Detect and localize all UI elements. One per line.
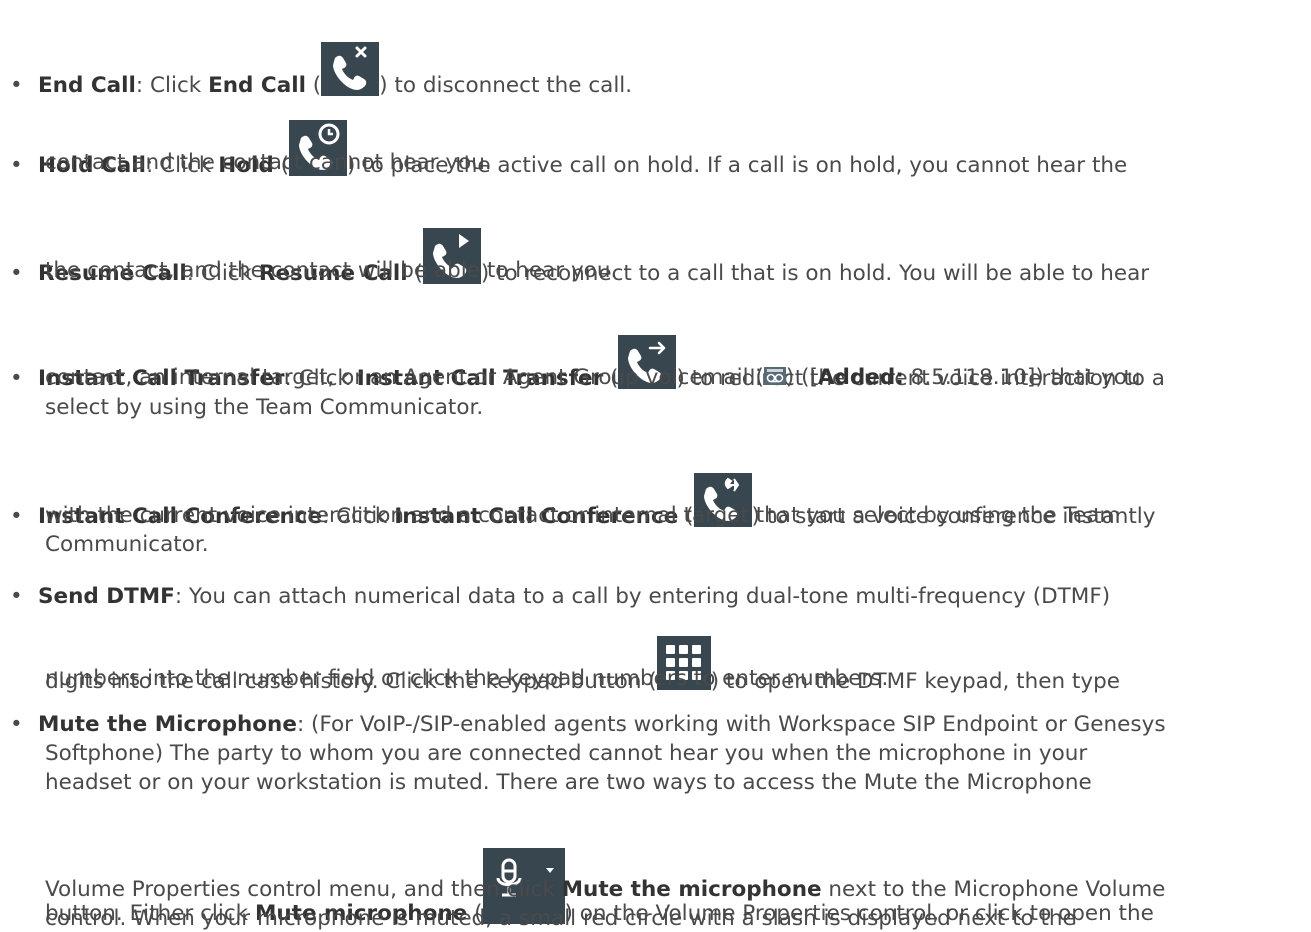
end-call-icon <box>321 42 380 96</box>
bullet: • <box>10 153 23 178</box>
text: contact, an internal target, or an Agent… <box>45 365 764 390</box>
bullet: • <box>10 504 23 529</box>
line: Volume Properties control menu, and then… <box>45 877 1165 903</box>
line: contact, an internal target, or an Agent… <box>45 365 1141 391</box>
button-name: End Call <box>208 73 306 98</box>
text: ) ([ <box>785 365 818 390</box>
text: ]) that you <box>1026 365 1141 390</box>
line: select by using the Team Communicator. <box>45 395 484 420</box>
term: End Call <box>38 73 136 98</box>
text: : (For VoIP-/SIP-enabled agents working … <box>296 712 1166 737</box>
bullet: • <box>10 261 23 286</box>
text: : You can attach numerical data to a cal… <box>174 584 1111 609</box>
chevron-down-icon <box>545 868 554 873</box>
added-version: 8.5.118.10 <box>903 365 1027 390</box>
line: contact and the contact cannot hear you. <box>45 150 492 175</box>
added-label: Added: <box>817 365 904 390</box>
text: ( <box>305 73 322 98</box>
term: Send DTMF <box>38 584 175 609</box>
line: • Mute the Microphone: (For VoIP-/SIP-ena… <box>10 712 1166 738</box>
line: • End Call: Click End Call ( ) to disconn… <box>10 42 632 99</box>
bullet: • <box>10 712 23 737</box>
line: Softphone) The party to whom you are con… <box>45 741 1088 766</box>
bullet: • <box>10 73 23 98</box>
line: the contact, and the contact will be abl… <box>45 258 618 283</box>
term: Mute the Microphone <box>38 712 297 737</box>
text: Volume Properties control menu, and then… <box>45 877 562 902</box>
text: next to the Microphone Volume <box>821 877 1166 902</box>
bullet: • <box>10 366 23 391</box>
line: Communicator. <box>45 532 209 557</box>
bullet: • <box>10 584 23 609</box>
line: numbers into the number field or click t… <box>45 666 889 691</box>
text: ) to disconnect the call. <box>379 73 633 98</box>
voicemail-icon <box>763 367 786 385</box>
menu-item-name: Mute the microphone <box>561 877 822 902</box>
line: • Send DTMF: You can attach numerical dat… <box>10 584 1110 610</box>
text: : Click <box>135 73 209 98</box>
line: headset or on your workstation is muted.… <box>45 770 1092 795</box>
line: with the current voice interaction and a… <box>45 503 1121 528</box>
line: control. When your microphone is muted, … <box>45 906 1076 931</box>
